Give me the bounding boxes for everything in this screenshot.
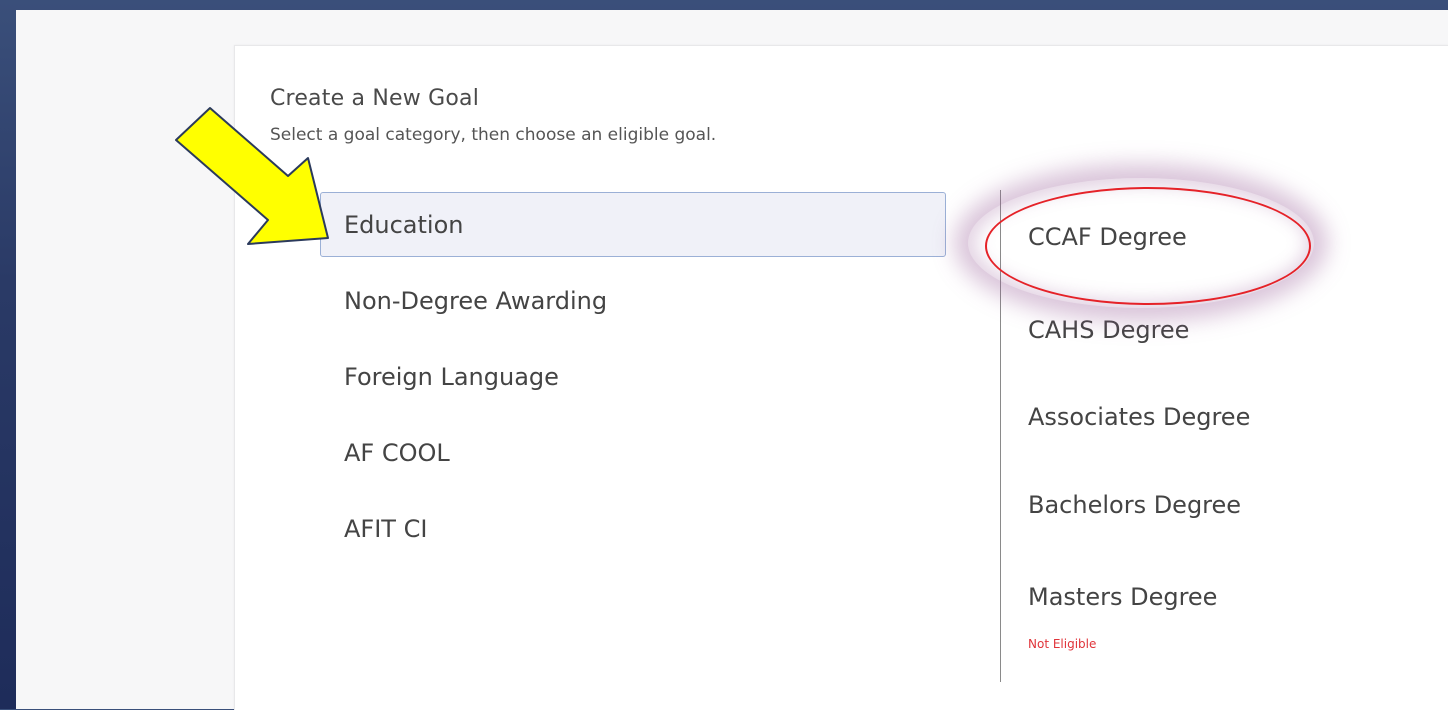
category-item-afit-ci[interactable]: AFIT CI — [320, 496, 946, 561]
page-subtitle: Select a goal category, then choose an e… — [270, 125, 717, 145]
column-divider — [1000, 190, 1001, 682]
goal-item-ccaf-degree[interactable]: CCAF Degree — [1028, 223, 1187, 251]
category-label: AFIT CI — [344, 514, 428, 543]
category-label: Education — [344, 211, 464, 239]
category-item-education[interactable]: Education — [320, 192, 946, 257]
page-title: Create a New Goal — [270, 86, 480, 111]
goal-item-cahs-degree[interactable]: CAHS Degree — [1028, 316, 1189, 344]
category-label: Non-Degree Awarding — [344, 286, 608, 315]
goal-item-bachelors-degree[interactable]: Bachelors Degree — [1028, 491, 1241, 519]
category-label: AF COOL — [344, 438, 450, 467]
not-eligible-badge: Not Eligible — [1028, 637, 1097, 651]
category-item-foreign-language[interactable]: Foreign Language — [320, 344, 946, 409]
category-label: Foreign Language — [344, 362, 559, 391]
category-item-non-degree-awarding[interactable]: Non-Degree Awarding — [320, 268, 946, 333]
category-list: Education Non-Degree Awarding Foreign La… — [320, 192, 946, 572]
goal-item-masters-degree[interactable]: Masters Degree — [1028, 583, 1217, 611]
goal-item-associates-degree[interactable]: Associates Degree — [1028, 403, 1250, 431]
category-item-af-cool[interactable]: AF COOL — [320, 420, 946, 485]
